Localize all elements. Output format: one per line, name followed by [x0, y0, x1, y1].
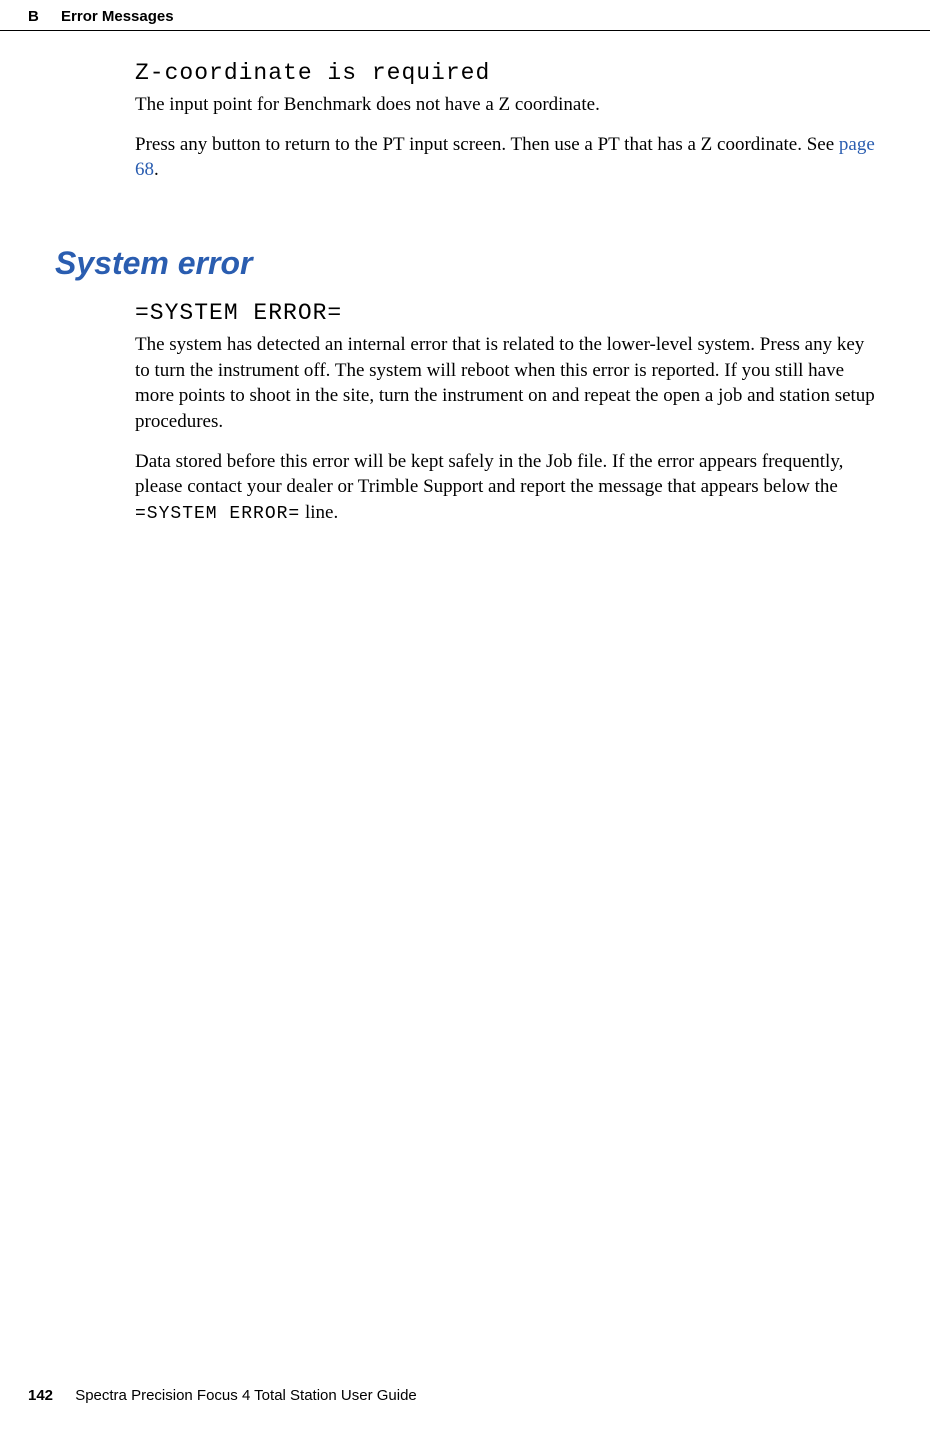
- body-text: The input point for Benchmark does not h…: [135, 92, 875, 118]
- page-number: 142: [28, 1387, 53, 1404]
- body-text-span: .: [154, 159, 159, 180]
- heading-system-error: System error: [55, 245, 252, 282]
- body-text-span: Press any button to return to the PT inp…: [135, 134, 839, 155]
- body-text: The system has detected an internal erro…: [135, 332, 875, 435]
- inline-mono-text: =SYSTEM ERROR=: [135, 504, 300, 524]
- body-text: Press any button to return to the PT inp…: [135, 132, 875, 183]
- page-header: B Error Messages: [28, 8, 174, 25]
- body-text-span: line.: [300, 502, 338, 523]
- error-title-zcoord: Z-coordinate is required: [135, 60, 875, 86]
- footer-guide-title: Spectra Precision Focus 4 Total Station …: [75, 1387, 417, 1404]
- header-rule: [0, 30, 930, 31]
- section-title: Error Messages: [61, 8, 174, 25]
- body-text: Data stored before this error will be ke…: [135, 449, 875, 527]
- error-title-system: =SYSTEM ERROR=: [135, 300, 875, 326]
- body-text-span: Data stored before this error will be ke…: [135, 451, 843, 498]
- content-block-1: Z-coordinate is required The input point…: [135, 60, 875, 197]
- section-letter: B: [28, 8, 39, 25]
- page-footer: 142 Spectra Precision Focus 4 Total Stat…: [28, 1387, 417, 1404]
- content-block-2: =SYSTEM ERROR= The system has detected a…: [135, 300, 875, 540]
